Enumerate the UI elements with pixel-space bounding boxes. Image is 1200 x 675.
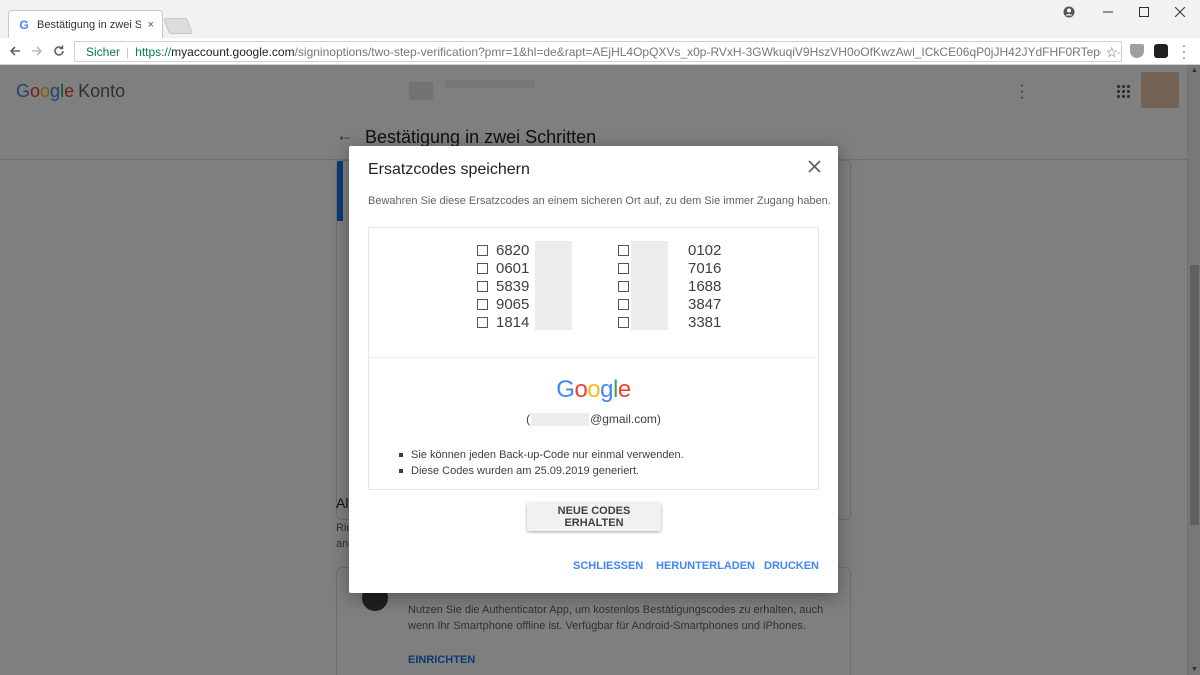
backup-code: 3847 (688, 295, 722, 313)
code-row: 5839 (477, 277, 529, 295)
print-button[interactable]: DRUCKEN (764, 560, 819, 572)
bookmark-star-icon[interactable]: ☆ (1101, 44, 1118, 61)
address-bar[interactable]: Sicher | https:// myaccount.google.com /… (74, 41, 1122, 62)
code-row: 9065 (477, 295, 529, 313)
url-protocol: https:// (135, 44, 172, 59)
browser-titlebar: G Bestätigung in zwei Schr × (0, 0, 1200, 38)
minimize-window-icon[interactable] (1090, 0, 1126, 24)
backup-code: 6820 (496, 241, 530, 259)
checkbox-icon[interactable] (618, 262, 629, 274)
list-item: Sie können jeden Back-up-Code nur einmal… (399, 447, 684, 463)
security-label: Sicher (86, 44, 121, 59)
shield-extension-icon[interactable] (1130, 44, 1144, 58)
browser-menu-icon[interactable]: · · · (1179, 38, 1189, 64)
forward-nav-icon[interactable] (28, 42, 46, 60)
get-new-codes-button[interactable]: NEUE CODES ERHALTEN (527, 503, 661, 531)
backup-code: 1688 (688, 277, 722, 295)
dialog-title: Ersatzcodes speichern (368, 161, 530, 178)
close-window-icon[interactable] (1162, 0, 1198, 24)
codes-notes: Sie können jeden Back-up-Code nur einmal… (399, 447, 684, 479)
omnibox-separator: | (126, 44, 130, 59)
new-tab-button[interactable] (163, 18, 193, 34)
code-row: 0601 (477, 259, 529, 277)
browser-tab[interactable]: G Bestätigung in zwei Schr × (8, 10, 163, 38)
browser-toolbar: Sicher | https:// myaccount.google.com /… (0, 38, 1200, 65)
url-host: myaccount.google.com (171, 44, 295, 59)
checkbox-icon[interactable] (618, 244, 629, 256)
codes-area: 6820 0601 5839 9065 1814 0102 7016 1688 … (369, 228, 818, 358)
redacted-code-block (535, 241, 572, 330)
checkbox-icon[interactable] (618, 280, 629, 292)
checkbox-icon[interactable] (618, 316, 629, 328)
close-icon[interactable] (808, 158, 821, 176)
profile-icon[interactable] (1051, 0, 1087, 24)
backup-codes-dialog: Ersatzcodes speichern Bewahren Sie diese… (349, 146, 838, 593)
backup-code: 0601 (496, 259, 530, 277)
checkbox-icon[interactable] (477, 244, 488, 256)
backup-code: 1814 (496, 313, 530, 331)
backup-code: 5839 (496, 277, 530, 295)
code-row: 6820 (477, 241, 529, 259)
close-button[interactable]: SCHLIESSEN (573, 560, 643, 572)
checkbox-icon[interactable] (477, 298, 488, 310)
maximize-window-icon[interactable] (1126, 0, 1162, 24)
backup-code: 3381 (688, 313, 722, 331)
checkbox-icon[interactable] (618, 298, 629, 310)
bullet-icon (399, 453, 403, 457)
reload-icon[interactable] (50, 42, 68, 60)
backup-code: 9065 (496, 295, 530, 313)
dialog-description: Bewahren Sie diese Ersatzcodes an einem … (368, 195, 831, 207)
extension-icon[interactable] (1154, 44, 1168, 58)
checkbox-icon[interactable] (477, 280, 488, 292)
backup-code: 0102 (688, 241, 722, 259)
account-email: (@gmail.com) (526, 412, 661, 426)
google-favicon-icon: G (19, 17, 29, 32)
redacted-code-block (631, 241, 668, 330)
back-nav-icon[interactable] (6, 42, 24, 60)
download-button[interactable]: HERUNTERLADEN (656, 560, 755, 572)
checkbox-icon[interactable] (477, 316, 488, 328)
codes-column-left: 6820 0601 5839 9065 1814 (477, 241, 529, 331)
backup-code: 7016 (688, 259, 722, 277)
bullet-icon (399, 469, 403, 473)
checkbox-icon[interactable] (477, 262, 488, 274)
url-path: /signinoptions/two-step-verification?pmr… (294, 44, 1122, 59)
codes-printout: 6820 0601 5839 9065 1814 0102 7016 1688 … (368, 227, 819, 490)
google-logo: Google (556, 376, 631, 403)
tab-title: Bestätigung in zwei Schr (37, 18, 141, 31)
list-item: Diese Codes wurden am 25.09.2019 generie… (399, 463, 684, 479)
redacted-email (531, 412, 590, 426)
tab-close-icon[interactable]: × (148, 19, 154, 31)
code-row: 1814 (477, 313, 529, 331)
